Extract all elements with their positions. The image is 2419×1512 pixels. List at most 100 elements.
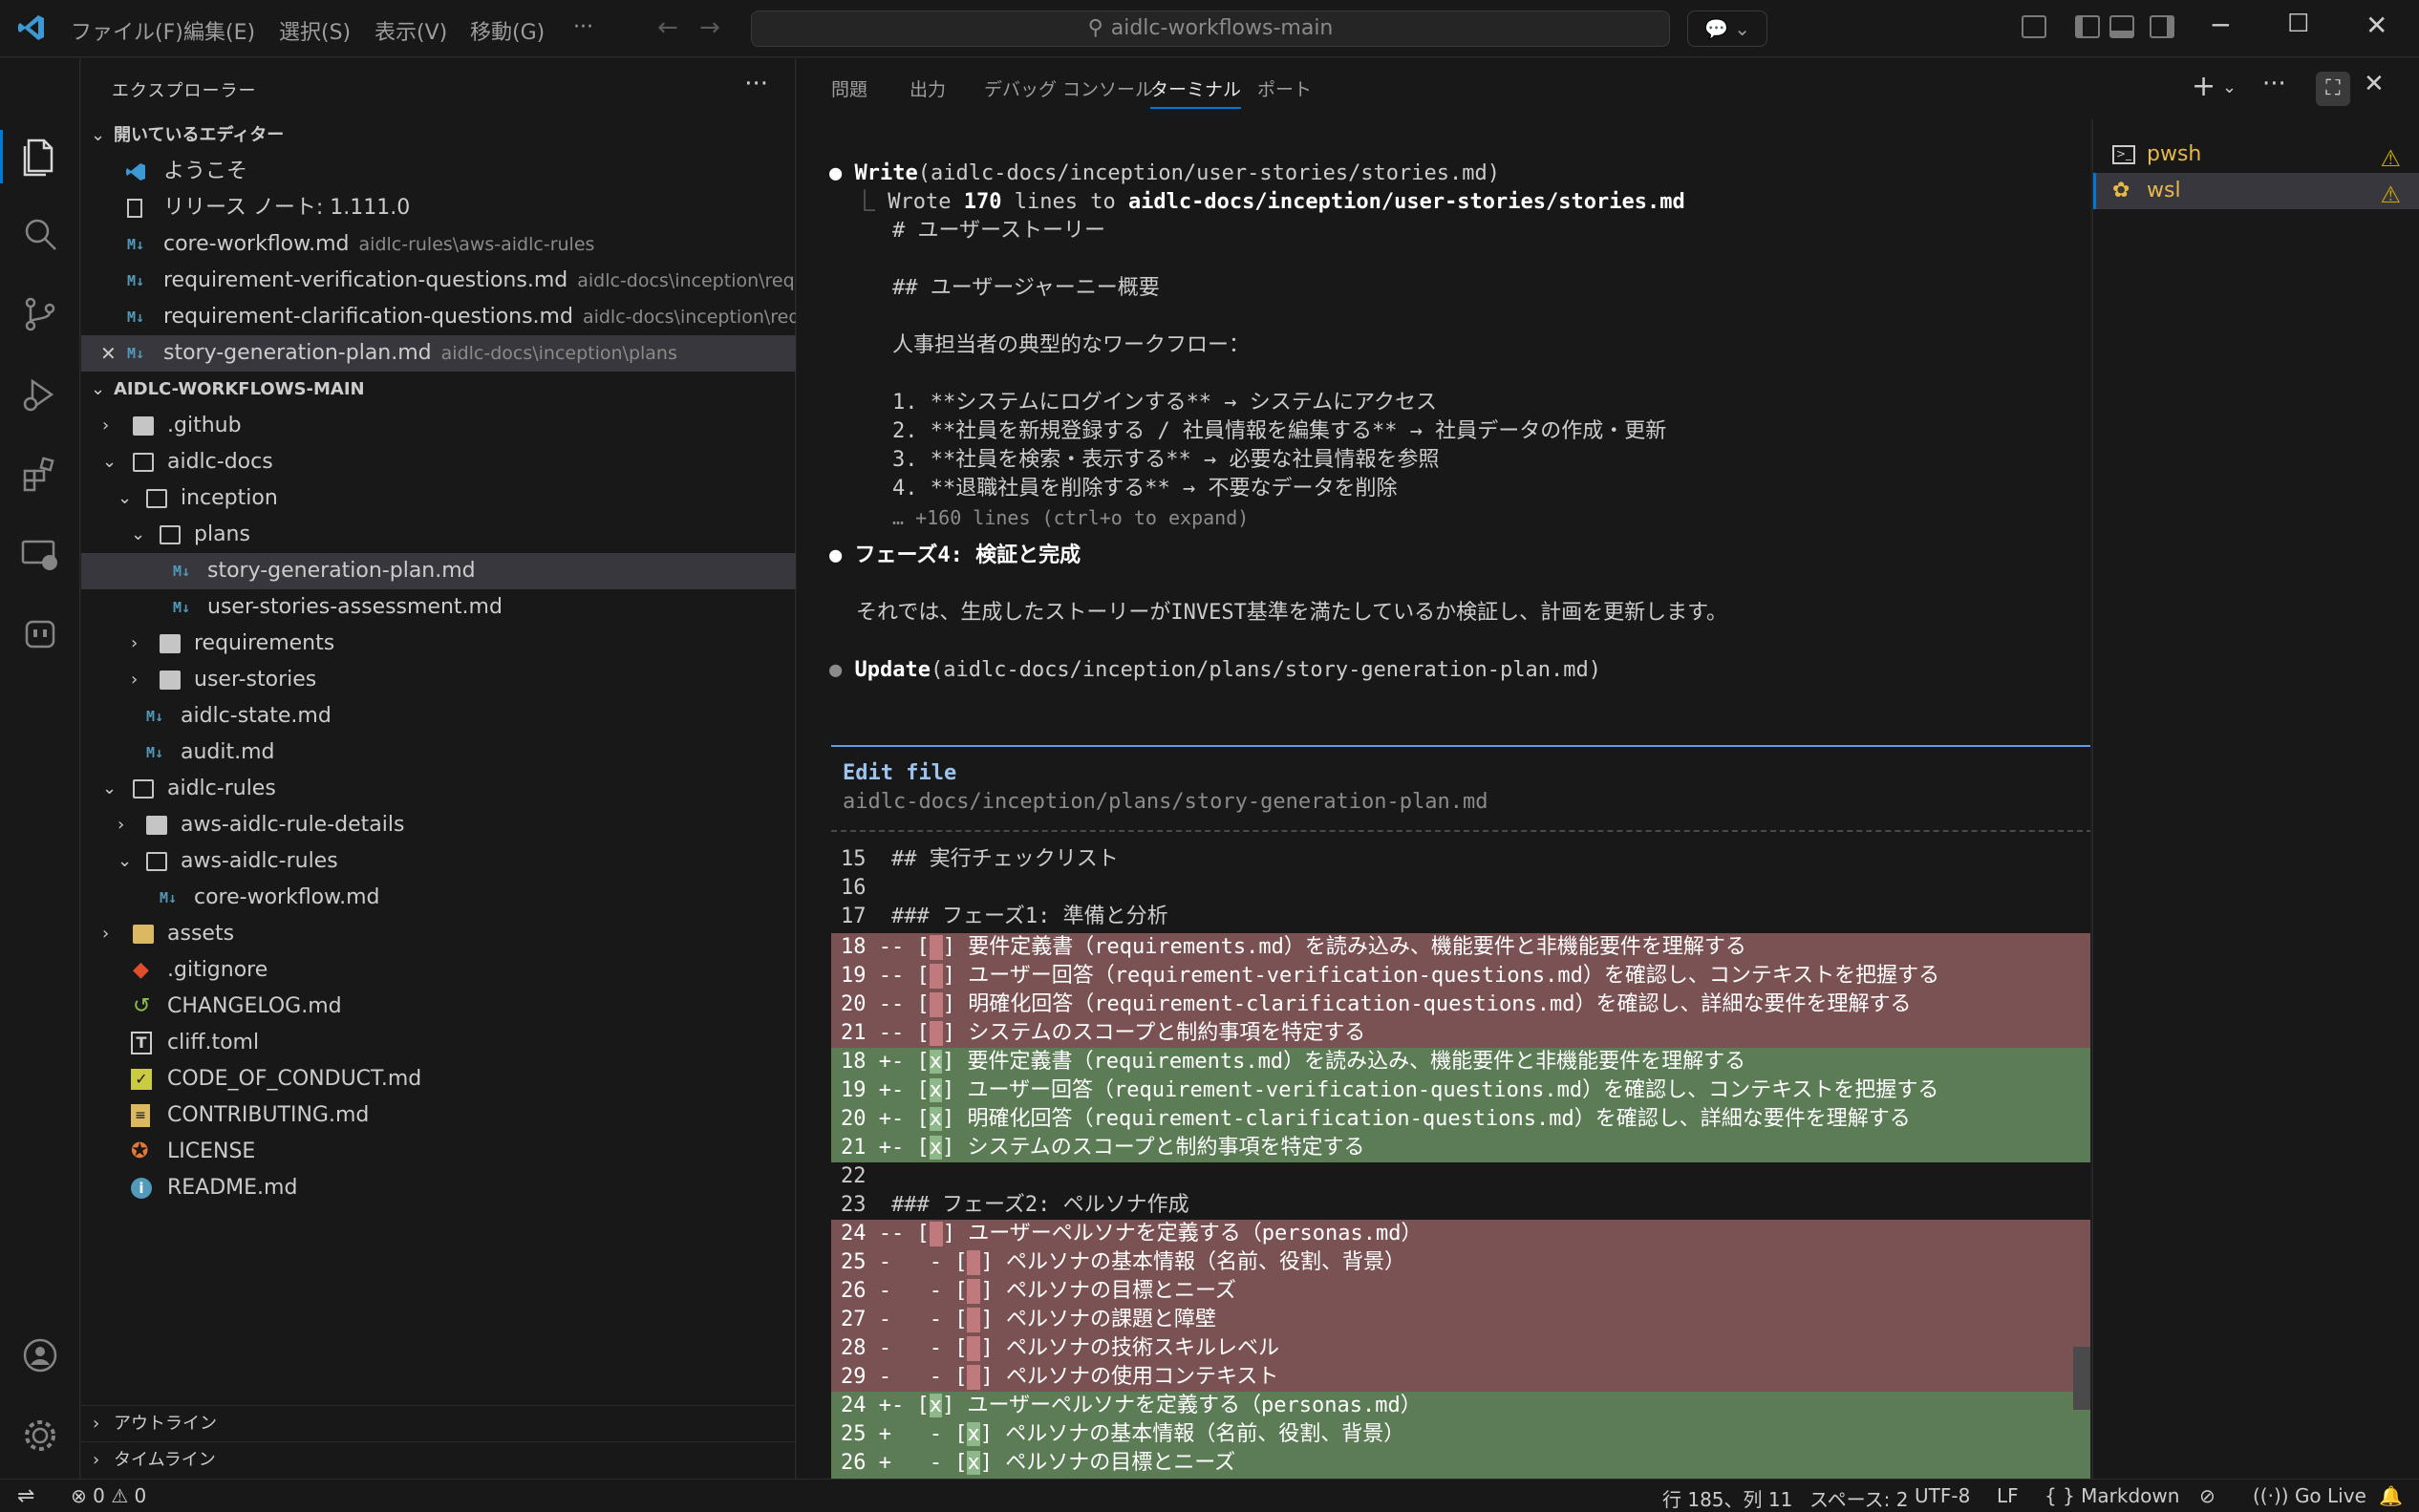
- tree-item-code-of-conduct[interactable]: ✓ CODE_OF_CONDUCT.md: [81, 1061, 796, 1097]
- git-icon: ◆: [133, 958, 149, 982]
- tree-item-story-generation-plan[interactable]: M↓ story-generation-plan.md: [81, 553, 796, 589]
- layout-customize-icon[interactable]: [2022, 15, 2046, 38]
- source-control-icon[interactable]: [19, 293, 61, 335]
- terminal-output[interactable]: ● Write(aidlc-docs/inception/user-storie…: [797, 119, 2090, 1479]
- close-window-button[interactable]: ✕: [2365, 10, 2387, 41]
- language-mode[interactable]: { } Markdown: [2044, 1484, 2179, 1507]
- tab-ports[interactable]: ポート: [1257, 75, 1312, 101]
- menu-go[interactable]: 移動(G): [470, 15, 545, 46]
- expand-hint[interactable]: … +160 lines (ctrl+o to expand): [892, 503, 2090, 532]
- more-actions-icon[interactable]: ···: [744, 70, 768, 98]
- tree-item-changelog[interactable]: ↺ CHANGELOG.md: [81, 989, 796, 1025]
- tree-item-gitignore[interactable]: ◆ .gitignore: [81, 952, 796, 989]
- terminal-scrollbar[interactable]: [2071, 124, 2090, 1479]
- tree-item-label: CHANGELOG.md: [167, 994, 342, 1018]
- notifications-bell-icon[interactable]: 🔔: [2379, 1484, 2403, 1507]
- toggle-secondary-sidebar-icon[interactable]: [2150, 15, 2174, 38]
- terminal-icon: >_: [2112, 145, 2135, 164]
- open-editor-welcome[interactable]: ようこそ: [81, 154, 796, 190]
- tree-item-aidlc-docs[interactable]: ⌄ aidlc-docs: [81, 444, 796, 480]
- tree-item-cliff-toml[interactable]: T cliff.toml: [81, 1025, 796, 1061]
- diff-text: ] ペルソナの目標とニーズ: [979, 1451, 1236, 1475]
- toggle-panel-icon[interactable]: [2109, 15, 2134, 38]
- menu-file[interactable]: ファイル(F): [71, 15, 183, 46]
- markdown-icon: M↓: [146, 744, 164, 761]
- close-panel-icon[interactable]: ✕: [2364, 70, 2385, 98]
- extensions-icon[interactable]: [19, 454, 61, 496]
- open-editor-verification-questions[interactable]: M↓ requirement-verification-questions.md…: [81, 263, 796, 299]
- open-editor-story-generation-plan[interactable]: ✕ M↓ story-generation-plan.md aidlc-docs\…: [81, 335, 796, 372]
- tree-item-license[interactable]: ✪ LICENSE: [81, 1134, 796, 1170]
- linux-distro-icon: ✿: [2112, 179, 2130, 202]
- tree-item-user-stories[interactable]: › user-stories: [81, 662, 796, 698]
- maximize-panel-icon[interactable]: ⛶: [2316, 72, 2350, 106]
- removed-space-marker: [967, 1365, 981, 1390]
- tab-terminal[interactable]: ターミナル: [1150, 75, 1242, 109]
- tree-item-aws-aidlc-rules[interactable]: ⌄ aws-aidlc-rules: [81, 843, 796, 880]
- tree-item-github[interactable]: › .github: [81, 408, 796, 444]
- open-editor-core-workflow[interactable]: M↓ core-workflow.md aidlc-rules\aws-aidlc…: [81, 226, 796, 263]
- menu-more[interactable]: ···: [573, 15, 593, 39]
- open-editor-label: ようこそ: [163, 160, 248, 183]
- tree-item-readme[interactable]: i README.md: [81, 1170, 796, 1206]
- copilot-status-icon[interactable]: ⊘: [2199, 1484, 2216, 1507]
- gear-icon[interactable]: [19, 1415, 61, 1457]
- cursor-position[interactable]: 行 185、列 11: [1662, 1484, 1792, 1512]
- explorer-icon[interactable]: [19, 135, 61, 177]
- tree-item-inception[interactable]: ⌄ inception: [81, 480, 796, 517]
- copilot-agent-icon[interactable]: [19, 612, 61, 654]
- timeline-section[interactable]: › タイムライン: [81, 1441, 796, 1478]
- diff-removed-line: 20 -- [] 明確化回答（requirement-clarification…: [841, 990, 2090, 1019]
- run-debug-icon[interactable]: [19, 373, 61, 415]
- tree-item-aidlc-rules[interactable]: ⌄ aidlc-rules: [81, 771, 796, 807]
- open-editor-clarification-questions[interactable]: M↓ requirement-clarification-questions.m…: [81, 299, 796, 335]
- history-icon: ↺: [133, 994, 151, 1018]
- folder-open-icon: [133, 453, 154, 472]
- open-editor-release-notes[interactable]: リリース ノート: 1.111.0: [81, 190, 796, 226]
- remote-explorer-icon[interactable]: [19, 534, 61, 576]
- terminal-item-wsl[interactable]: ✿ wsl ⚠: [2093, 173, 2419, 209]
- menu-view[interactable]: 表示(V): [375, 15, 447, 46]
- command-center-search[interactable]: ⚲ aidlc-workflows-main: [751, 11, 1670, 47]
- tree-item-contributing[interactable]: ≡ CONTRIBUTING.md: [81, 1097, 796, 1134]
- account-icon[interactable]: [19, 1334, 61, 1376]
- menu-selection[interactable]: 選択(S): [279, 15, 351, 46]
- tree-item-aws-aidlc-rule-details[interactable]: › aws-aidlc-rule-details: [81, 807, 796, 843]
- tab-debug-console[interactable]: デバッグ コンソール: [984, 75, 1153, 101]
- problems-indicator[interactable]: ⊗ 0 ⚠ 0: [71, 1484, 146, 1507]
- copilot-chat-button[interactable]: 💬 ⌄: [1687, 11, 1767, 47]
- tree-item-aidlc-state[interactable]: M↓ aidlc-state.md: [81, 698, 796, 735]
- minimize-button[interactable]: ─: [2213, 10, 2229, 41]
- back-arrow-icon[interactable]: ←: [657, 13, 678, 42]
- go-live-button[interactable]: ((·)) Go Live: [2253, 1484, 2366, 1507]
- new-terminal-plus-icon[interactable]: +: [2192, 70, 2216, 103]
- maximize-button[interactable]: ☐: [2287, 10, 2309, 38]
- tree-item-core-workflow[interactable]: M↓ core-workflow.md: [81, 880, 796, 916]
- tree-item-assets[interactable]: › assets: [81, 916, 796, 952]
- line-count: 170: [963, 190, 1002, 214]
- chevron-down-icon[interactable]: ⌄: [2222, 77, 2237, 97]
- tree-item-user-stories-assessment[interactable]: M↓ user-stories-assessment.md: [81, 589, 796, 626]
- search-icon[interactable]: [19, 213, 61, 255]
- terminal-scrollbar-thumb[interactable]: [2073, 1347, 2090, 1410]
- indentation[interactable]: スペース: 2: [1809, 1484, 1908, 1512]
- tree-item-plans[interactable]: ⌄ plans: [81, 517, 796, 553]
- workspace-header[interactable]: ⌄ AIDLC-WORKFLOWS-MAIN: [81, 372, 796, 408]
- chevron-right-icon: ›: [131, 670, 139, 690]
- forward-arrow-icon[interactable]: →: [699, 13, 720, 42]
- toggle-primary-sidebar-icon[interactable]: [2075, 15, 2100, 38]
- menu-edit[interactable]: 編集(E): [183, 15, 255, 46]
- close-icon[interactable]: ✕: [100, 335, 117, 372]
- open-editors-header[interactable]: ⌄ 開いているエディター: [81, 117, 796, 154]
- remote-indicator-icon[interactable]: ⇌: [17, 1484, 34, 1508]
- encoding[interactable]: UTF-8: [1915, 1484, 1970, 1507]
- outline-section[interactable]: › アウトライン: [81, 1405, 796, 1441]
- more-actions-icon[interactable]: ···: [2262, 70, 2286, 98]
- terminal-item-pwsh[interactable]: >_ pwsh ⚠: [2093, 137, 2419, 173]
- error-icon: ⊗: [71, 1484, 87, 1507]
- tree-item-audit[interactable]: M↓ audit.md: [81, 735, 796, 771]
- end-of-line[interactable]: LF: [1997, 1484, 2019, 1507]
- tab-problems[interactable]: 問題: [831, 75, 867, 101]
- tab-output[interactable]: 出力: [910, 75, 946, 101]
- tree-item-requirements[interactable]: › requirements: [81, 626, 796, 662]
